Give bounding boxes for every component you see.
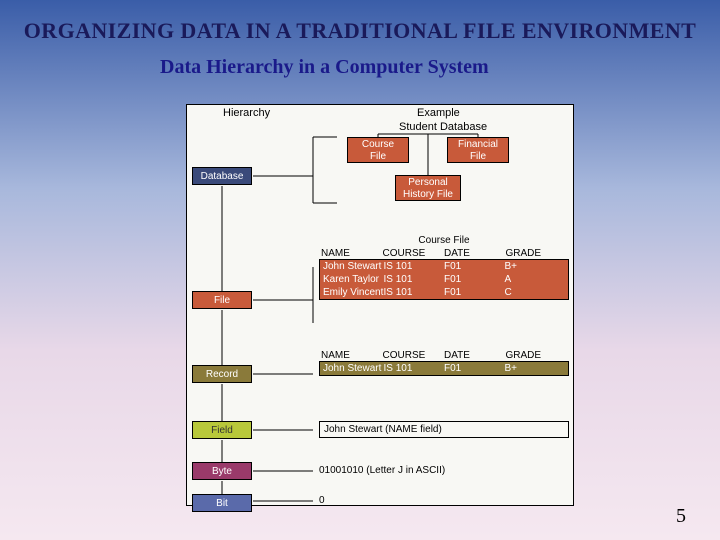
cell-name: John Stewart <box>323 261 384 272</box>
cell-grade: B+ <box>505 261 566 272</box>
cell-date: F01 <box>444 287 505 298</box>
col-grade: GRADE <box>506 248 568 259</box>
cell-grade: C <box>505 287 566 298</box>
cell-name: Karen Taylor <box>323 274 384 285</box>
table-row: Karen Taylor IS 101 F01 A <box>320 273 568 286</box>
cell-course: IS 101 <box>384 287 445 298</box>
byte-example: 01001010 (Letter J in ASCII) <box>319 465 445 476</box>
course-file-caption: Course File <box>319 235 569 246</box>
record-table: NAME COURSE DATE GRADE John Stewart IS 1… <box>319 350 569 376</box>
cell-grade: B+ <box>505 363 566 374</box>
col-grade: GRADE <box>506 350 568 361</box>
course-file-body: John Stewart IS 101 F01 B+ Karen Taylor … <box>319 259 569 300</box>
connector-lines <box>187 105 575 507</box>
col-course: COURSE <box>383 248 445 259</box>
cell-course: IS 101 <box>384 363 445 374</box>
col-course: COURSE <box>383 350 445 361</box>
course-file-header-row: NAME COURSE DATE GRADE <box>319 248 569 259</box>
record-body: John Stewart IS 101 F01 B+ <box>319 361 569 376</box>
cell-date: F01 <box>444 261 505 272</box>
cell-course: IS 101 <box>384 261 445 272</box>
cell-date: F01 <box>444 274 505 285</box>
bit-example: 0 <box>319 495 325 506</box>
col-date: DATE <box>444 248 506 259</box>
field-example: John Stewart (NAME field) <box>319 421 569 438</box>
table-row: John Stewart IS 101 F01 B+ <box>320 260 568 273</box>
col-name: NAME <box>321 350 383 361</box>
col-date: DATE <box>444 350 506 361</box>
cell-grade: A <box>505 274 566 285</box>
col-name: NAME <box>321 248 383 259</box>
page-number: 5 <box>676 505 686 528</box>
cell-course: IS 101 <box>384 274 445 285</box>
cell-name: John Stewart <box>323 363 384 374</box>
cell-date: F01 <box>444 363 505 374</box>
page-title: ORGANIZING DATA IN A TRADITIONAL FILE EN… <box>0 0 720 44</box>
data-hierarchy-figure: Hierarchy Example Student Database Datab… <box>186 104 574 506</box>
table-row: John Stewart IS 101 F01 B+ <box>320 362 568 375</box>
page-subtitle: Data Hierarchy in a Computer System <box>0 44 720 79</box>
cell-name: Emily Vincent <box>323 287 384 298</box>
record-header-row: NAME COURSE DATE GRADE <box>319 350 569 361</box>
course-file-table: Course File NAME COURSE DATE GRADE John … <box>319 235 569 300</box>
table-row: Emily Vincent IS 101 F01 C <box>320 286 568 299</box>
